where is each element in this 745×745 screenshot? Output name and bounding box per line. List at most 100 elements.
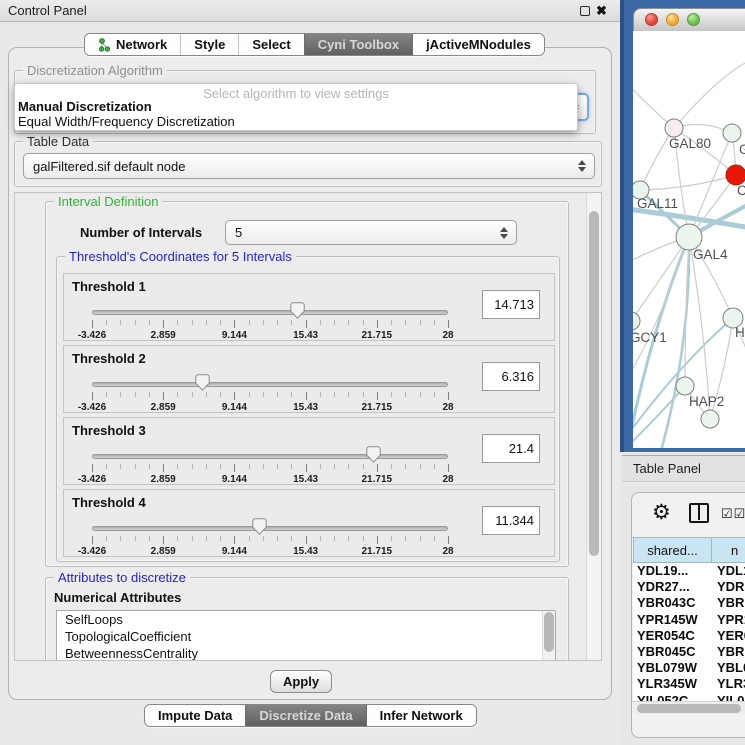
group-title: Discretization Algorithm xyxy=(23,63,167,78)
table-row[interactable]: YDL19...YDL1 xyxy=(633,563,745,579)
threshold-slider[interactable]: -3.4262.8599.14415.4321.71528 xyxy=(92,520,448,556)
zoom-traffic-light[interactable] xyxy=(687,13,700,26)
slider-tick xyxy=(405,392,406,397)
dropdown-option[interactable]: Equal Width/Frequency Discretization xyxy=(15,114,577,129)
group-title: Interval Definition xyxy=(54,194,162,209)
slider-thumb[interactable] xyxy=(195,374,210,391)
slider-tick xyxy=(377,392,378,400)
threshold-value-field[interactable] xyxy=(482,506,540,535)
tab-cyni-toolbox[interactable]: Cyni Toolbox xyxy=(304,34,412,55)
split-columns-icon[interactable] xyxy=(689,503,709,523)
threshold-value-field[interactable] xyxy=(482,434,540,463)
table-row[interactable]: YBR045CYBR0 xyxy=(633,644,745,660)
table-data-combobox[interactable]: galFiltered.sif default node xyxy=(23,153,595,179)
slider-tick xyxy=(106,464,107,469)
table-row[interactable]: YPR145WYPR1 xyxy=(633,612,745,628)
select-columns-icon[interactable]: ☑☑ xyxy=(721,506,745,522)
network-node-label: H xyxy=(735,325,745,340)
table-row[interactable]: YBL079WYBL0 xyxy=(633,660,745,676)
slider-tick-label: 15.43 xyxy=(293,402,318,413)
table-hscrollbar-thumb[interactable] xyxy=(637,704,741,713)
algorithm-dropdown-popup: Select algorithm to view settings Manual… xyxy=(14,83,578,131)
list-scrollbar-thumb[interactable] xyxy=(544,612,554,652)
slider-thumb[interactable] xyxy=(252,518,267,535)
slider-tick xyxy=(348,464,349,469)
tab-select[interactable]: Select xyxy=(238,34,303,55)
tab-style[interactable]: Style xyxy=(180,34,238,55)
slider-tick xyxy=(448,320,449,328)
slider-track[interactable] xyxy=(92,454,448,459)
network-node[interactable] xyxy=(676,377,694,395)
slider-tick-label: 2.859 xyxy=(151,546,176,557)
tab-jactivemnodules[interactable]: jActiveMNodules xyxy=(412,34,544,55)
slider-thumb-icon xyxy=(290,302,305,319)
settings-scrollbar[interactable] xyxy=(586,193,601,660)
tab-discretize-data[interactable]: Discretize Data xyxy=(245,705,365,726)
slider-thumb[interactable] xyxy=(290,302,305,319)
table-data-group: Table Data galFiltered.sif default node xyxy=(14,141,602,187)
combo-spinner-icon[interactable] xyxy=(500,227,508,239)
slider-tick xyxy=(263,464,264,469)
slider-tick xyxy=(177,320,178,325)
panel-title: Control Panel xyxy=(8,3,87,18)
network-canvas[interactable]: GAL80GACGAL11GAL4GCY1HHAP2 xyxy=(633,31,745,448)
slider-tick-label: 9.144 xyxy=(222,402,247,413)
tab-infer-network[interactable]: Infer Network xyxy=(366,705,476,726)
tab-impute-data[interactable]: Impute Data xyxy=(145,705,245,726)
slider-tick xyxy=(120,392,121,397)
network-node[interactable] xyxy=(633,312,640,330)
threshold-slider[interactable]: -3.4262.8599.14415.4321.71528 xyxy=(92,448,448,484)
slider-thumb[interactable] xyxy=(366,446,381,463)
table-row[interactable]: YBR043CYBR0 xyxy=(633,595,745,611)
table-toolbar: ⚙ ☑☑ xyxy=(632,493,745,537)
attribute-list-item[interactable]: SelfLoops xyxy=(57,611,555,628)
table-row[interactable]: YER054CYER0 xyxy=(633,628,745,644)
combo-spinner-icon[interactable] xyxy=(578,160,586,172)
network-node[interactable] xyxy=(726,165,745,185)
table-row[interactable]: YLR345WYLR3 xyxy=(633,676,745,692)
numerical-attributes-list[interactable]: SelfLoopsTopologicalCoefficientBetweenne… xyxy=(56,610,556,661)
slider-tick-label: 28 xyxy=(442,330,453,341)
slider-tick xyxy=(135,536,136,541)
slider-tick-label: 21.715 xyxy=(362,330,393,341)
dropdown-option[interactable]: Manual Discretization xyxy=(15,99,577,114)
attribute-list-item[interactable]: BetweennessCentrality xyxy=(57,645,555,661)
slider-track[interactable] xyxy=(92,310,448,315)
slider-tick-labels: -3.4262.8599.14415.4321.71528 xyxy=(92,402,448,414)
attribute-list-item[interactable]: TopologicalCoefficient xyxy=(57,628,555,645)
network-node[interactable] xyxy=(701,410,719,428)
network-node[interactable] xyxy=(665,119,683,137)
float-window-icon[interactable] xyxy=(580,6,590,16)
network-edge[interactable] xyxy=(674,59,745,128)
threshold-value-field[interactable] xyxy=(482,362,540,391)
threshold-value-field[interactable] xyxy=(482,290,540,319)
threshold-slider[interactable]: -3.4262.8599.14415.4321.71528 xyxy=(92,304,448,340)
network-edge[interactable] xyxy=(640,175,736,190)
gear-icon[interactable]: ⚙ xyxy=(652,500,671,525)
table-cell: YBR045C xyxy=(633,644,713,660)
threshold-slider[interactable]: -3.4262.8599.14415.4321.71528 xyxy=(92,376,448,412)
slider-tick xyxy=(334,320,335,325)
column-header-1[interactable]: shared... xyxy=(633,537,712,563)
slider-tick-label: 2.859 xyxy=(151,330,176,341)
table-hscrollbar[interactable] xyxy=(633,701,745,714)
number-of-intervals-combobox[interactable]: 5 xyxy=(225,220,517,245)
slider-track[interactable] xyxy=(92,382,448,387)
list-scrollbar[interactable] xyxy=(542,611,555,661)
table-panel-titlebar: Table Panel xyxy=(622,455,745,482)
tab-label: Infer Network xyxy=(380,708,463,723)
slider-tick xyxy=(192,536,193,541)
column-header-2[interactable]: n xyxy=(712,537,745,563)
network-node[interactable] xyxy=(723,124,741,142)
slider-track[interactable] xyxy=(92,526,448,531)
tab-network[interactable]: Network xyxy=(85,34,180,55)
network-edge[interactable] xyxy=(633,237,689,321)
slider-tick xyxy=(377,464,378,472)
table-row[interactable]: YDR27...YDR2 xyxy=(633,579,745,595)
slider-ticks xyxy=(92,392,448,401)
apply-button[interactable]: Apply xyxy=(270,670,332,693)
close-icon[interactable]: ✖ xyxy=(596,3,607,19)
settings-scrollbar-thumb[interactable] xyxy=(589,211,599,556)
minimize-traffic-light[interactable] xyxy=(666,13,679,26)
close-traffic-light[interactable] xyxy=(645,13,658,26)
